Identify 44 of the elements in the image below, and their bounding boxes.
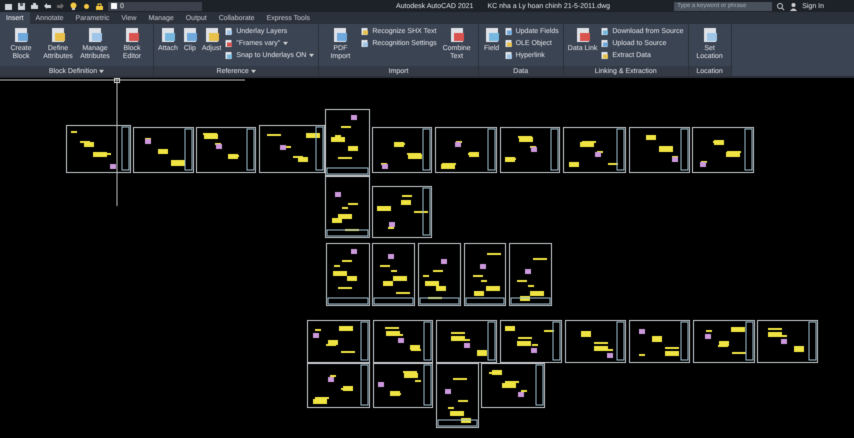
document-icon bbox=[12, 26, 30, 44]
drawing-sheet bbox=[373, 363, 433, 408]
search-icon[interactable] bbox=[776, 2, 786, 10]
drawing-sheet bbox=[629, 320, 690, 363]
drawing-sheet bbox=[326, 243, 370, 306]
drawing-sheet bbox=[509, 243, 552, 306]
drawing-sheet bbox=[307, 320, 370, 363]
redo-icon[interactable] bbox=[56, 2, 65, 10]
drawing-sheet bbox=[629, 127, 690, 173]
drawing-sheet bbox=[481, 363, 545, 408]
drawing-sheet bbox=[757, 320, 818, 363]
drawing-sheet bbox=[693, 320, 755, 363]
drawing-sheet bbox=[565, 320, 626, 363]
drawing-sheet bbox=[692, 127, 754, 173]
drawing-sheet bbox=[373, 320, 433, 363]
drawing-sheet bbox=[464, 243, 506, 306]
document-icon bbox=[86, 26, 104, 44]
sun-icon[interactable] bbox=[82, 2, 91, 10]
lock-icon[interactable] bbox=[95, 2, 104, 10]
print-icon[interactable] bbox=[30, 2, 39, 10]
document-icon bbox=[123, 26, 141, 44]
drawing-sheet bbox=[372, 127, 432, 173]
caret-icon bbox=[283, 40, 288, 46]
drawing-sheet bbox=[133, 127, 194, 173]
drawing-sheet bbox=[66, 125, 131, 173]
caret-icon[interactable] bbox=[99, 68, 104, 74]
drawing-sheet bbox=[325, 176, 370, 238]
drawing-sheet bbox=[435, 127, 497, 173]
lightbulb-icon[interactable] bbox=[69, 2, 78, 10]
drawing-sheet bbox=[196, 127, 256, 173]
drawing-sheet bbox=[307, 363, 370, 408]
drawing-sheet bbox=[418, 243, 461, 306]
caret-icon bbox=[309, 52, 314, 58]
document-icon bbox=[331, 26, 350, 44]
drawing-sheet bbox=[500, 320, 562, 363]
caret-icon[interactable] bbox=[250, 68, 256, 74]
user-icon[interactable] bbox=[789, 2, 798, 10]
drawing-sheet bbox=[563, 127, 626, 173]
drawing-sheet bbox=[500, 127, 560, 173]
undo-icon[interactable] bbox=[43, 2, 52, 10]
save-icon[interactable] bbox=[17, 2, 26, 10]
document-icon bbox=[49, 26, 67, 44]
drawing-sheet bbox=[372, 186, 432, 238]
drawing-sheet bbox=[372, 243, 415, 306]
